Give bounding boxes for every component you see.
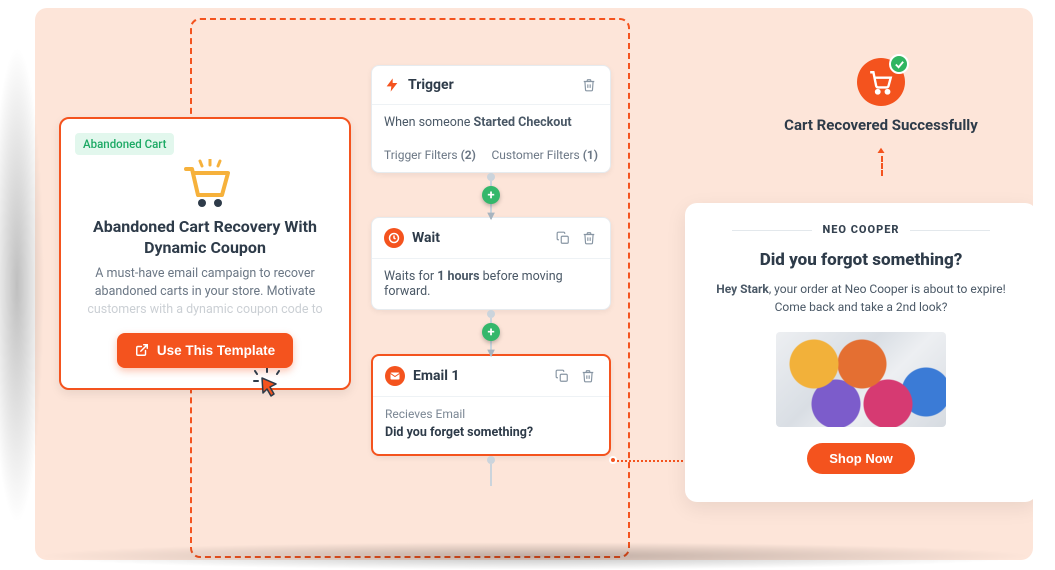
use-template-label: Use This Template [157,343,275,358]
email-node[interactable]: Email 1 Recieves Email Did you forget so… [371,354,611,456]
success-title: Cart Recovered Successfully [751,116,1011,134]
template-description: A must-have email campaign to recover ab… [79,265,331,319]
shop-now-button[interactable]: Shop Now [807,443,915,474]
external-link-icon [135,343,149,357]
cart-icon [178,159,232,207]
template-tag: Abandoned Cart [75,133,174,155]
link-dot [609,456,617,464]
wait-label: Wait [412,230,440,246]
click-cursor-icon [252,368,282,398]
delete-trigger-button[interactable] [580,76,598,94]
template-title: Abandoned Cart Recovery With Dynamic Cou… [79,217,331,259]
success-block: Cart Recovered Successfully [751,58,1011,174]
wait-body: Waits for 1 hours before moving forward. [372,259,610,309]
success-arrow [751,144,1011,174]
trash-icon [581,369,595,383]
trash-icon [582,78,596,92]
copy-icon [555,369,569,383]
email-headline: Did you forgot something? [709,250,1013,270]
trash-icon [582,231,596,245]
trigger-body: When someone Started Checkout [372,105,610,140]
email-body-text: Hey Stark, your order at Neo Cooper is a… [709,280,1013,316]
trigger-label: Trigger [408,77,454,93]
template-card: Abandoned Cart Abandoned Cart Recovery W… [59,117,351,390]
email-preview-card: NEO COOPER Did you forgot something? Hey… [685,203,1033,502]
checkmark-icon [889,54,909,74]
add-step-button[interactable]: + [482,186,500,204]
cart-recovered-badge [857,58,905,106]
duplicate-email-button[interactable] [553,367,571,385]
preview-link-line [613,460,695,462]
bolt-icon [384,77,400,93]
delete-wait-button[interactable] [580,229,598,247]
product-image [776,332,946,427]
delete-email-button[interactable] [579,367,597,385]
cart-icon [868,69,894,95]
trigger-footer: Trigger Filters (2) Customer Filters (1) [372,140,610,172]
brand-name: NEO COOPER [709,223,1013,236]
email-label: Email 1 [413,368,459,384]
add-step-button[interactable]: + [482,323,500,341]
canvas: Abandoned Cart Abandoned Cart Recovery W… [35,8,1033,560]
duplicate-wait-button[interactable] [554,229,572,247]
connector: ▼ + [371,310,611,354]
copy-icon [556,231,570,245]
mail-icon [385,366,405,386]
connector: ▼ + [371,173,611,217]
wait-node[interactable]: Wait Waits for 1 hours before moving for… [371,217,611,310]
automation-flow: Trigger When someone Started Checkout Tr… [371,65,611,486]
trigger-node[interactable]: Trigger When someone Started Checkout Tr… [371,65,611,173]
use-template-button[interactable]: Use This Template [117,333,293,368]
connector [371,456,611,486]
clock-icon [384,228,404,248]
email-body: Recieves Email Did you forget something? [373,397,609,454]
